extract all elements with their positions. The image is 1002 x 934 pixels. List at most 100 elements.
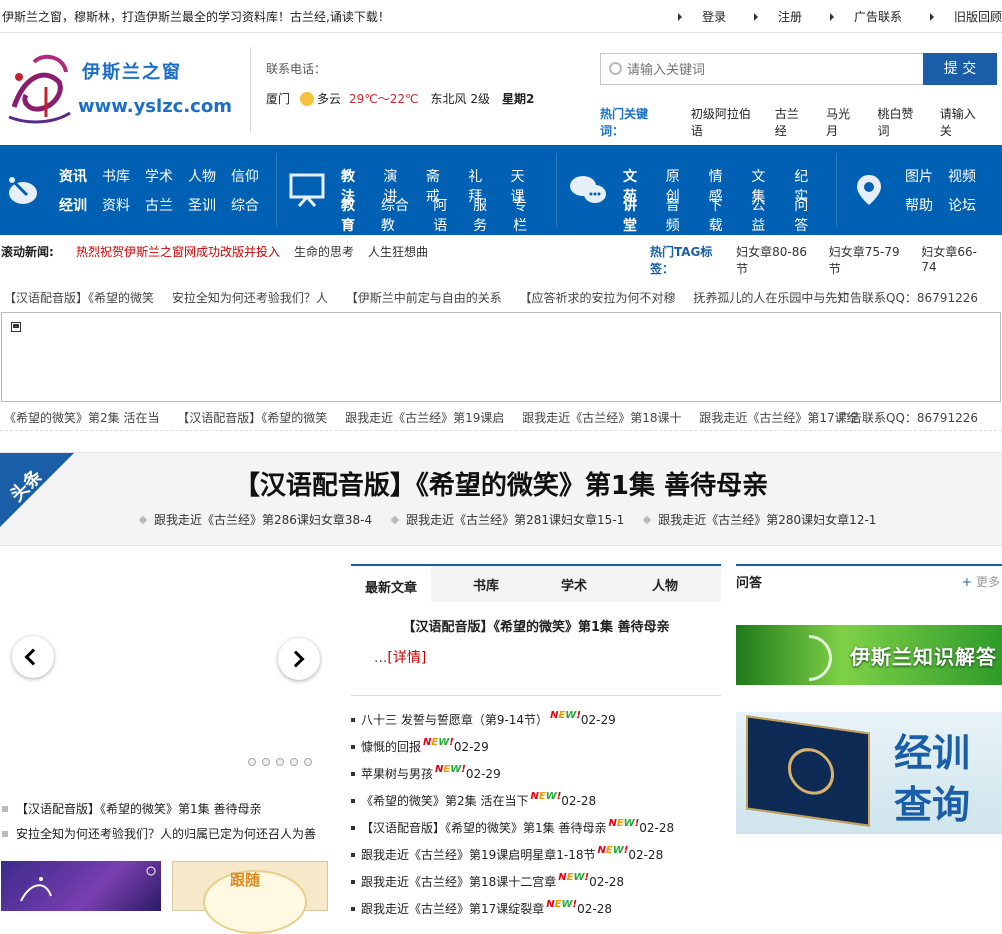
qa-banner[interactable]: 伊斯兰知识解答 (736, 625, 1002, 685)
news-link[interactable]: 生命的思考 (294, 243, 354, 260)
tab-latest[interactable]: 最新文章 (351, 564, 432, 606)
nav-item[interactable]: 资料 (102, 195, 130, 215)
news-link[interactable]: 热烈祝贺伊斯兰之窗网成功改版并投入 (76, 243, 280, 260)
new-badge-e: E (566, 872, 574, 883)
nav-item[interactable]: 下载 (709, 195, 737, 235)
ad-contact-link[interactable]: 广告联系 (830, 8, 902, 25)
article-item[interactable]: 【汉语配音版】《希望的微笑》第1集 善待母亲 NEW!02-28 (351, 818, 721, 845)
slider-next-arrow-icon[interactable] (278, 638, 320, 680)
nav-item[interactable]: 书库 (102, 166, 130, 186)
slider-dot[interactable] (304, 758, 312, 766)
slider-dot[interactable] (290, 758, 298, 766)
nav-item[interactable]: 古兰 (145, 195, 173, 215)
tab-academic[interactable]: 学术 (561, 575, 587, 594)
article-item[interactable]: 跟我走近《古兰经》第19课启明星章1-18节 NEW!02-28 (351, 845, 721, 872)
nav-item[interactable]: 帮助 (905, 195, 933, 215)
featured-title[interactable]: 【汉语配音版】《希望的微笑》第1集 善待母亲 (351, 616, 721, 635)
nav-item[interactable]: 综合 (231, 195, 259, 215)
top-links: 登录 注册 广告联系 旧版回顾 (650, 8, 1002, 25)
nav-item[interactable]: 教育 (341, 195, 366, 235)
article-item[interactable]: 慷慨的回报 NEW!02-29 (351, 737, 721, 764)
thumbnail-image[interactable]: 跟随 (172, 861, 328, 934)
nav-item[interactable]: 资讯 (59, 166, 87, 186)
nav-item[interactable]: 专栏 (513, 195, 538, 235)
nav-item[interactable]: 阿语 (433, 195, 458, 235)
qa-header: 问答 + 更多 (736, 564, 1002, 596)
tag-link[interactable]: 妇女章80-86节 (736, 243, 819, 277)
featured-detail: ...[详情] (374, 647, 426, 667)
tab-people[interactable]: 人物 (652, 575, 678, 594)
nav-item[interactable]: 信仰 (231, 166, 259, 186)
ticker-link[interactable]: 跟我走近《古兰经》第19课启 (345, 411, 504, 425)
hot-keyword[interactable]: 马光月 (826, 105, 858, 139)
new-badge-e: E (538, 791, 546, 802)
ticker-link[interactable]: 跟我走近《古兰经》第17课绽 (699, 411, 858, 425)
logo-url[interactable]: www.yslzc.com (78, 96, 232, 117)
list-item[interactable]: 【汉语配音版】《希望的微笑》第1集 善待母亲 (0, 800, 330, 825)
nav-item[interactable]: 音频 (666, 195, 694, 235)
nav-item[interactable]: 学术 (145, 166, 173, 186)
tag-link[interactable]: 妇女章75-79节 (829, 243, 912, 277)
headline-sub-link[interactable]: 跟我走近《古兰经》第281课妇女章15-1 (392, 511, 624, 528)
slider-dot[interactable] (262, 758, 270, 766)
slider-prev-arrow-icon[interactable] (12, 636, 54, 678)
ticker-link[interactable]: 【应答祈求的安拉为何不对穆 (520, 291, 676, 305)
slider-caption-list: 【汉语配音版】《希望的微笑》第1集 善待母亲 安拉全知为何还考验我们？人的归属已… (0, 800, 330, 850)
nav-item[interactable]: 综合教 (381, 195, 418, 235)
nav-item[interactable]: 讲堂 (623, 195, 651, 235)
thumbnail-text: 跟随 (230, 871, 261, 889)
article-item[interactable]: 八十三 发誓与誓愿章（第9-14节） NEW!02-29 (351, 710, 721, 737)
login-link[interactable]: 登录 (678, 8, 726, 25)
new-badge-e: E (554, 899, 562, 910)
detail-link[interactable]: [详情] (387, 650, 426, 666)
hot-keyword[interactable]: 初级阿拉伯语 (691, 105, 756, 139)
more-link[interactable]: + 更多 (962, 573, 1000, 590)
ticker-link[interactable]: 【汉语配音版】《希望的微笑 (177, 411, 327, 425)
article-item[interactable]: 跟我走近《古兰经》第18课十二宫章 NEW!02-28 (351, 872, 721, 899)
ticker-link[interactable]: 安拉全知为何还考验我们？人 (172, 291, 328, 305)
nav-item[interactable]: 服务 (473, 195, 498, 235)
tab-library[interactable]: 书库 (473, 575, 499, 594)
new-badge-n: N (608, 818, 617, 829)
ticker-link[interactable]: 【汉语配音版】《希望的微笑 (4, 291, 154, 305)
headline-sub-link[interactable]: 跟我走近《古兰经》第286课妇女章38-4 (140, 511, 372, 528)
tag-link[interactable]: 妇女章66-74 (921, 243, 992, 277)
scripture-search-banner[interactable]: 经训 查询 (736, 712, 1002, 834)
old-version-link[interactable]: 旧版回顾 (930, 8, 1002, 25)
ticker-link[interactable]: 抚养孤儿的人在乐园中与先知 (693, 291, 849, 305)
article-title: 《希望的微笑》第2集 活在当下 (361, 794, 529, 808)
nav-item[interactable]: 视频 (948, 166, 976, 186)
headline-title[interactable]: 【汉语配音版】《希望的微笑》第1集 善待母亲 (0, 465, 1002, 502)
slider-dot[interactable] (248, 758, 256, 766)
nav-item[interactable]: 人物 (188, 166, 216, 186)
search-submit-button[interactable]: 提 交 (923, 53, 997, 85)
hot-keyword[interactable]: 古兰经 (775, 105, 807, 139)
nav-item[interactable]: 圣训 (188, 195, 216, 215)
article-item[interactable]: 苹果树与男孩 NEW!02-29 (351, 764, 721, 791)
nav-item[interactable]: 公益 (751, 195, 779, 235)
register-link[interactable]: 注册 (754, 8, 802, 25)
top-bar: 伊斯兰之窗，穆斯林，打造伊斯兰最全的学习资料库！古兰经,诵读下载！ 登录 注册 … (0, 0, 1002, 33)
new-badge-x: ! (634, 818, 640, 829)
nav-item[interactable]: 经训 (59, 195, 87, 215)
search-input[interactable] (625, 58, 919, 82)
nav-item[interactable]: 问答 (794, 195, 822, 235)
article-item[interactable]: 《希望的微笑》第2集 活在当下 NEW!02-28 (351, 791, 721, 818)
nav-item[interactable]: 论坛 (948, 195, 976, 215)
ticker-link[interactable]: 【伊斯兰中前定与自由的关系 (346, 291, 502, 305)
thumbnail-image[interactable] (1, 861, 161, 911)
hot-keyword[interactable]: 桃白赞词 (878, 105, 921, 139)
new-badge-x: ! (556, 791, 562, 802)
nav-item[interactable]: 图片 (905, 166, 933, 186)
news-link[interactable]: 人生狂想曲 (368, 243, 428, 260)
article-item[interactable]: 跟我走近《古兰经》第17课绽裂章 NEW!02-28 (351, 899, 721, 926)
ticker-link[interactable]: 跟我走近《古兰经》第18课十 (522, 411, 681, 425)
headline-sub-link[interactable]: 跟我走近《古兰经》第280课妇女章12-1 (644, 511, 876, 528)
new-badge-e: E (616, 818, 624, 829)
list-item[interactable]: 安拉全知为何还考验我们？人的归属已定为何还召人为善 (0, 825, 330, 850)
hot-keyword[interactable]: 请输入关 (940, 105, 983, 139)
slider-dot[interactable] (276, 758, 284, 766)
logo-title[interactable]: 伊斯兰之窗 (82, 58, 182, 84)
calligraphy-logo-icon[interactable] (4, 47, 74, 127)
ticker-link[interactable]: 《希望的微笑》第2集 活在当 (4, 411, 159, 425)
